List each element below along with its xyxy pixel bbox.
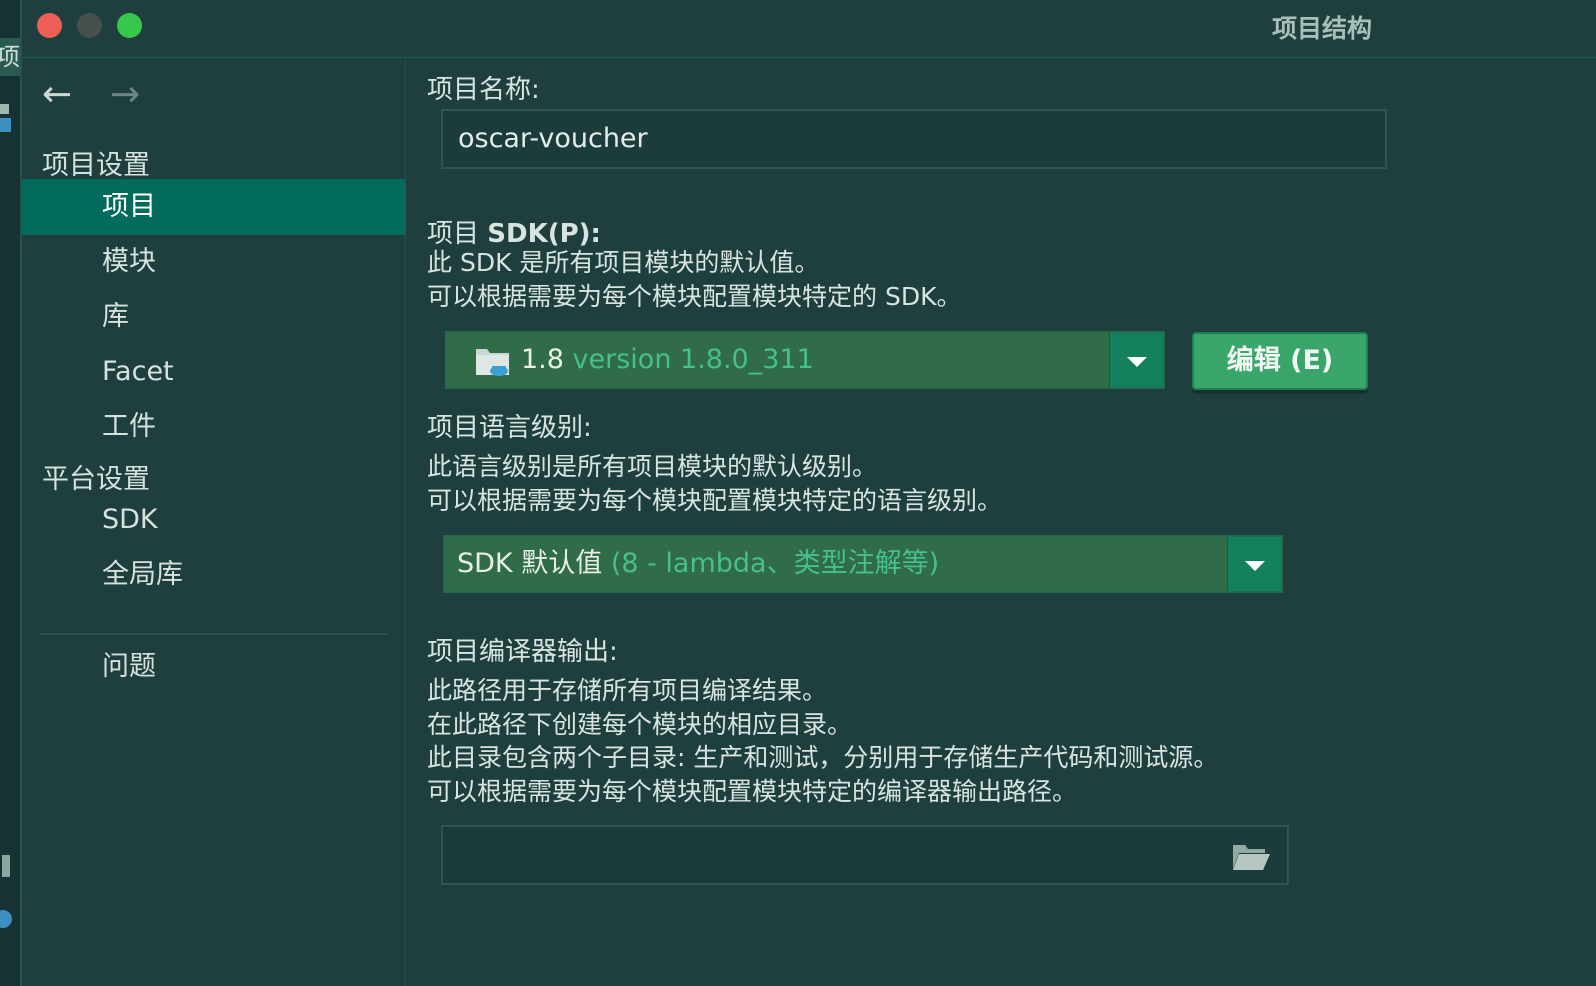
sidebar-item-modules[interactable]: 模块 <box>22 234 406 290</box>
language-level-dropdown[interactable]: SDK 默认值 (8 - lambda、类型注解等) <box>443 535 1283 593</box>
sidebar-item-artifacts[interactable]: 工件 <box>22 399 406 455</box>
language-level-name: SDK 默认值 <box>457 548 603 579</box>
compiler-output-description: 此路径用于存储所有项目编译结果。 <box>427 676 828 705</box>
sidebar: ← → 项目设置 项目 模块 库 Facet 工件 平台设置 SDK 全局库 问… <box>22 59 406 986</box>
arrow-right-icon[interactable]: → <box>110 75 140 115</box>
close-window-button[interactable] <box>37 13 62 38</box>
edit-sdk-button[interactable]: 编辑 (E) <box>1192 332 1368 390</box>
language-level-description: 可以根据需要为每个模块配置模块特定的语言级别。 <box>427 486 1003 515</box>
project-settings-header: 项目设置 <box>42 150 150 181</box>
project-sdk-label: 项目 SDK(P): <box>427 213 601 250</box>
jdk-folder-icon <box>476 349 509 376</box>
background-tool-icon <box>0 910 12 928</box>
background-toolbar-icon <box>0 104 9 114</box>
project-sdk-label-bold: SDK(P): <box>487 219 601 249</box>
compiler-output-description: 此目录包含两个子目录: 生产和测试，分别用于存储生产代码和测试源。 <box>427 743 1219 772</box>
language-level-value: SDK 默认值 (8 - lambda、类型注解等) <box>457 537 939 591</box>
background-tool-icon <box>2 855 10 877</box>
sdk-version: version 1.8.0_311 <box>572 344 814 375</box>
maximize-window-button[interactable] <box>117 13 142 38</box>
background-tab: 项 <box>0 38 20 76</box>
chevron-down-icon[interactable] <box>1227 537 1281 591</box>
sdk-name: 1.8 <box>521 344 564 375</box>
platform-settings-header: 平台设置 <box>42 464 150 495</box>
window-title: 项目结构 <box>1271 14 1372 43</box>
background-toolbar-icon <box>0 118 11 132</box>
title-bar: 项目结构 <box>22 0 1596 58</box>
language-level-description: 此语言级别是所有项目模块的默认级别。 <box>427 452 878 481</box>
chevron-down-icon[interactable] <box>1109 333 1163 387</box>
sidebar-item-facets[interactable]: Facet <box>22 344 406 400</box>
sidebar-item-project[interactable]: 项目 <box>22 179 406 235</box>
compiler-output-description: 在此路径下创建每个模块的相应目录。 <box>427 710 853 739</box>
sidebar-item-libraries[interactable]: 库 <box>22 289 406 345</box>
project-sdk-description: 此 SDK 是所有项目模块的默认值。 <box>427 248 820 277</box>
compiler-output-path-input[interactable] <box>441 825 1289 885</box>
language-level-detail: (8 - lambda、类型注解等) <box>610 548 940 579</box>
language-level-label: 项目语言级别: <box>427 413 592 443</box>
minimize-window-button[interactable] <box>77 13 102 38</box>
sidebar-divider <box>40 633 388 635</box>
folder-open-icon[interactable] <box>1231 841 1271 871</box>
sidebar-item-global-libraries[interactable]: 全局库 <box>22 547 406 603</box>
project-sdk-description: 可以根据需要为每个模块配置模块特定的 SDK。 <box>427 282 962 311</box>
project-settings-panel: 项目名称: oscar-voucher 项目 SDK(P): 此 SDK 是所有… <box>407 59 1596 986</box>
background-window-strip: 项 <box>0 0 20 986</box>
project-sdk-dropdown[interactable]: 1.8 version 1.8.0_311 <box>445 331 1165 389</box>
arrow-left-icon[interactable]: ← <box>42 75 72 115</box>
compiler-output-label: 项目编译器输出: <box>427 637 618 667</box>
project-structure-dialog: 项目结构 ← → 项目设置 项目 模块 库 Facet 工件 平台设置 SDK … <box>20 0 1596 986</box>
sidebar-item-problems[interactable]: 问题 <box>22 639 406 695</box>
project-sdk-label-prefix: 项目 <box>427 219 488 249</box>
compiler-output-description: 可以根据需要为每个模块配置模块特定的编译器输出路径。 <box>427 777 1078 806</box>
sidebar-item-sdks[interactable]: SDK <box>22 492 406 548</box>
project-name-label: 项目名称: <box>427 75 540 105</box>
project-name-input[interactable]: oscar-voucher <box>441 109 1387 169</box>
project-sdk-value: 1.8 version 1.8.0_311 <box>521 333 814 387</box>
